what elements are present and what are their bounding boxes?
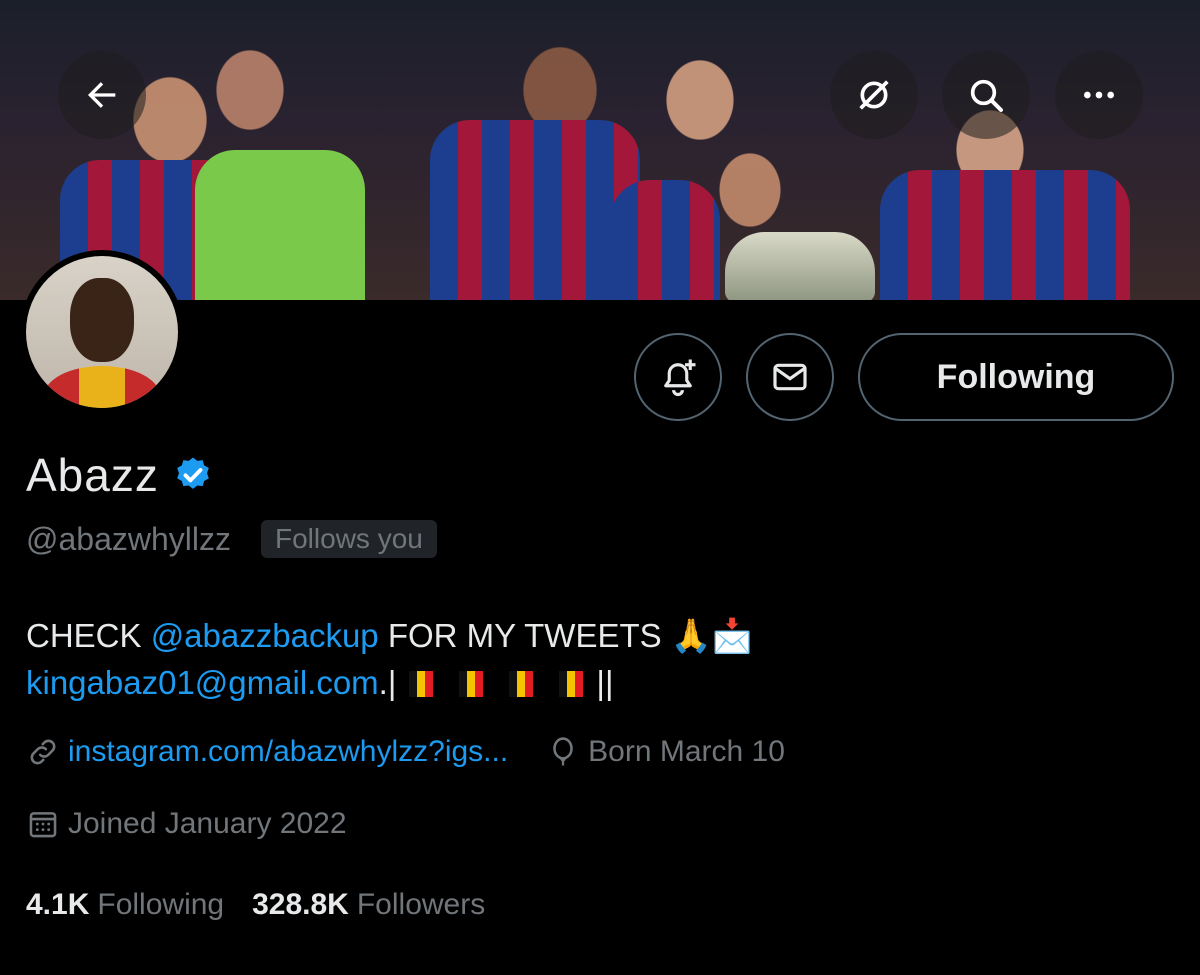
bio: CHECK @abazzbackup FOR MY TWEETS 🙏📩 king… xyxy=(26,612,753,706)
following-count-link[interactable]: 4.1K Following xyxy=(26,888,224,922)
bell-plus-icon xyxy=(664,359,696,397)
following-count: 4.1K xyxy=(26,888,90,921)
belgium-flag-icon xyxy=(409,671,434,697)
avatar-photo-detail xyxy=(44,366,160,408)
bio-text: || xyxy=(596,664,614,701)
follow-stats: 4.1K Following 328.8K Followers xyxy=(26,888,485,922)
birthday: Born March 10 xyxy=(546,735,785,769)
website[interactable]: instagram.com/abazwhylzz?igs... xyxy=(26,735,508,769)
verified-badge-icon[interactable] xyxy=(173,455,213,495)
banner-photo-detail xyxy=(880,170,1130,300)
belgium-flag-icon xyxy=(459,671,484,697)
bio-text: CHECK xyxy=(26,617,151,654)
profile-meta-row: instagram.com/abazwhylzz?igs... Born Mar… xyxy=(26,735,785,769)
username: @abazwhyllzz xyxy=(26,520,231,557)
slash-circle-icon xyxy=(859,80,889,110)
bio-line-1: CHECK @abazzbackup FOR MY TWEETS 🙏📩 xyxy=(26,612,753,659)
bio-text: FOR MY TWEETS 🙏📩 xyxy=(378,617,753,654)
bio-line-2: kingabaz01@gmail.com.| || xyxy=(26,659,753,706)
search-icon xyxy=(970,79,1003,112)
calendar-icon xyxy=(29,812,57,838)
profile-banner[interactable] xyxy=(0,0,1200,300)
birthday-text: Born March 10 xyxy=(588,735,785,768)
bio-mention-link[interactable]: @abazzbackup xyxy=(151,617,379,654)
back-button[interactable] xyxy=(58,51,146,139)
balloon-icon xyxy=(553,737,573,766)
more-button[interactable] xyxy=(1055,51,1143,139)
banner-photo-detail xyxy=(610,180,720,300)
website-link[interactable]: instagram.com/abazwhylzz?igs... xyxy=(68,735,508,769)
joined-text: Joined January 2022 xyxy=(68,807,347,840)
bio-email-link[interactable]: kingabaz01@gmail.com xyxy=(26,664,379,701)
following-label: Following xyxy=(97,888,225,921)
belgium-flag-icon xyxy=(509,671,534,697)
notify-button[interactable] xyxy=(634,333,722,421)
followers-label: Followers xyxy=(356,888,486,921)
banner-photo-detail xyxy=(430,120,640,300)
arrow-left-icon xyxy=(88,82,116,108)
belgium-flag-icon xyxy=(559,671,584,697)
profile-name-row: Abazz xyxy=(26,448,213,502)
joined-row: Joined January 2022 xyxy=(26,807,347,841)
followers-count: 328.8K xyxy=(252,888,349,921)
more-horizontal-icon xyxy=(1084,91,1114,99)
banner-photo-detail xyxy=(725,232,875,300)
avatar-photo-detail xyxy=(70,278,134,362)
search-button[interactable] xyxy=(942,51,1030,139)
handle-row: @abazwhyllzz Follows you xyxy=(26,520,437,558)
link-icon xyxy=(30,739,56,765)
display-name: Abazz xyxy=(26,449,159,501)
follows-you-badge: Follows you xyxy=(261,520,437,558)
avatar[interactable] xyxy=(20,250,184,414)
mail-icon xyxy=(773,363,807,391)
grok-button[interactable] xyxy=(830,51,918,139)
bio-text: .| xyxy=(378,664,397,701)
joined-date: Joined January 2022 xyxy=(26,807,347,841)
following-button[interactable]: Following xyxy=(858,333,1174,421)
banner-photo-detail xyxy=(195,150,365,300)
message-button[interactable] xyxy=(746,333,834,421)
followers-count-link[interactable]: 328.8K Followers xyxy=(252,888,485,922)
avatar-photo xyxy=(26,256,178,408)
